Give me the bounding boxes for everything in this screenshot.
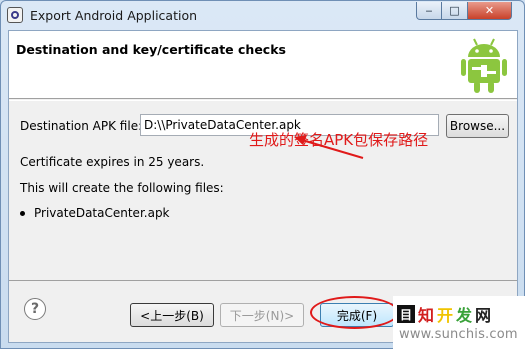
watermark: 目 知 开 发 网 www.sunchis.com	[393, 296, 525, 349]
finish-annotation-circle	[310, 296, 399, 329]
watermark-char: 开	[437, 306, 454, 325]
watermark-box-icon: 目	[397, 305, 415, 323]
watermark-char: 网	[475, 306, 492, 325]
watermark-logo: 目 知 开 发 网	[397, 302, 491, 326]
watermark-char: 知	[418, 306, 435, 325]
annotation-text: 生成的签名APK包保存路径	[249, 131, 429, 149]
watermark-url: www.sunchis.com	[399, 327, 518, 342]
watermark-char: 发	[456, 306, 473, 325]
